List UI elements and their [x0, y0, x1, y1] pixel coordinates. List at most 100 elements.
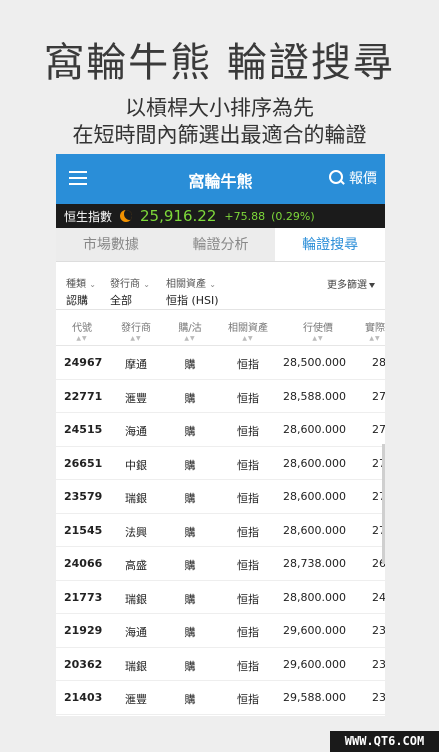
header-asset[interactable]: 相關資產 ▲▼ — [222, 319, 274, 342]
table-row[interactable]: 21403 滙豐 購 恒指 29,588.000 23 — [56, 681, 385, 715]
watermark: WWW.QT6.COM — [330, 731, 439, 752]
cell-effective: 24 — [372, 590, 385, 604]
filter-type[interactable]: 種類 ⌄ 認購 — [66, 275, 96, 308]
more-filters-button[interactable]: 更多篩選 — [327, 276, 375, 291]
cell-issuer: 中銀 — [125, 458, 147, 472]
table-row[interactable]: 26651 中銀購恒指 28,600.000 27 — [56, 447, 385, 480]
index-change: +75.88 — [224, 209, 266, 223]
cell-call-put: 購 — [184, 425, 196, 438]
cell-effective: 23 — [372, 691, 385, 704]
filter-issuer-value: 全部 — [110, 294, 132, 307]
filter-type-value: 認購 — [66, 294, 88, 307]
cell-code: 20362 — [64, 657, 103, 671]
cell-strike: 28,600.000 — [283, 423, 346, 436]
sort-icon: ▲▼ — [184, 335, 196, 342]
cell-asset: 恒指 — [237, 659, 259, 673]
app-bar: 窩輪牛熊 報價 — [56, 154, 385, 204]
header-effective[interactable]: 實際 ▲▼ — [360, 319, 385, 342]
cell-strike: 28,600.000 — [283, 456, 346, 470]
cell-issuer: 滙豐 — [125, 391, 147, 405]
table-row[interactable]: 23579 瑞銀購恒指 28,600.000 27 — [56, 480, 385, 514]
table-row[interactable]: 24967 摩通 購 恒指 28,500.000 28 — [56, 346, 385, 380]
table-row[interactable]: 21929 海通 購 恒指 29,600.000 23 — [56, 614, 385, 648]
cell-code: 26651 — [64, 456, 103, 470]
table-row[interactable]: 21545 法興購恒指 28,600.000 27 — [56, 514, 385, 547]
filter-issuer-label: 發行商 — [110, 279, 140, 290]
table-header: 代號 ▲▼ 發行商 ▲▼ 購/沽 ▲▼ 相關資產 ▲▼ 行使價 ▲▼ 實際 ▲▼ — [56, 310, 385, 346]
table-row[interactable]: 21773 瑞銀 購 恒指 28,800.000 24 — [56, 581, 385, 614]
filter-asset[interactable]: 相關資產 ⌄ 恒指 (HSI) — [166, 275, 219, 308]
cell-strike: 29,588.000 — [283, 691, 346, 704]
cell-call-put: 購 — [184, 592, 196, 606]
table-row[interactable]: 20362 瑞銀 購 恒指 29,600.000 23 — [56, 648, 385, 681]
cell-asset: 恒指 — [237, 693, 259, 706]
header-strike-label: 行使價 — [303, 323, 333, 334]
sort-icon: ▲▼ — [312, 335, 324, 342]
cell-call-put: 購 — [184, 659, 196, 673]
cell-asset: 恒指 — [237, 525, 259, 539]
header-asset-label: 相關資產 — [228, 323, 268, 334]
tab-warrant-analysis[interactable]: 輪證分析 — [166, 228, 276, 261]
cell-issuer: 瑞銀 — [125, 659, 147, 673]
cell-asset: 恒指 — [237, 492, 259, 505]
promo-subtitle-line2: 在短時間內篩選出最適合的輪證 — [72, 123, 367, 147]
cell-issuer: 摩通 — [125, 358, 147, 371]
filter-bar: 種類 ⌄ 認購 發行商 ⌄ 全部 相關資產 ⌄ 恒指 (HSI) 更多篩選 — [56, 262, 385, 310]
index-ticker[interactable]: 恒生指數 25,916.22 +75.88 (0.29%) — [56, 204, 385, 228]
cell-effective: 23 — [372, 657, 385, 671]
header-issuer-label: 發行商 — [121, 323, 151, 334]
cell-code: 21545 — [64, 523, 103, 537]
header-code[interactable]: 代號 ▲▼ — [64, 319, 100, 342]
cell-asset: 恒指 — [237, 458, 259, 472]
cell-asset: 恒指 — [237, 391, 259, 405]
cell-code: 24515 — [64, 423, 103, 436]
cell-asset: 恒指 — [237, 626, 259, 639]
sort-icon: ▲▼ — [130, 335, 142, 342]
table-row[interactable]: 22771 滙豐 購 恒指 28,588.000 27 — [56, 380, 385, 413]
sort-icon: ▲▼ — [369, 335, 381, 342]
cell-call-put: 購 — [184, 391, 196, 405]
report-button[interactable]: 報價 — [329, 168, 377, 188]
cell-strike: 29,600.000 — [283, 624, 346, 637]
scrollbar[interactable] — [382, 444, 385, 564]
filter-asset-value: 恒指 (HSI) — [166, 294, 219, 307]
cell-strike: 29,600.000 — [283, 657, 346, 671]
filter-issuer[interactable]: 發行商 ⌄ 全部 — [110, 275, 150, 308]
index-name: 恒生指數 — [64, 209, 113, 224]
cell-strike: 28,600.000 — [283, 523, 346, 537]
tab-market-data[interactable]: 市場數據 — [56, 228, 166, 261]
index-price: 25,916.22 — [140, 207, 217, 225]
cell-call-put: 購 — [184, 492, 196, 505]
header-strike[interactable]: 行使價 ▲▼ — [294, 319, 342, 342]
app-screen: 窩輪牛熊 報價 恒生指數 25,916.22 +75.88 (0.29%) 市場… — [56, 154, 385, 716]
cell-call-put: 購 — [184, 525, 196, 539]
cell-call-put: 購 — [184, 559, 196, 572]
chevron-down-icon: ⌄ — [143, 280, 150, 289]
cell-asset: 恒指 — [237, 358, 259, 371]
header-issuer[interactable]: 發行商 ▲▼ — [118, 319, 154, 342]
cell-issuer: 高盛 — [125, 559, 147, 572]
cell-asset: 恒指 — [237, 592, 259, 606]
table-row[interactable]: 24066 高盛購恒指 28,738.000 26 — [56, 547, 385, 581]
tab-warrant-search[interactable]: 輪證搜尋 — [275, 228, 385, 261]
report-label: 報價 — [349, 171, 377, 187]
header-call-put-label: 購/沽 — [178, 323, 202, 334]
cell-strike: 28,588.000 — [283, 389, 346, 403]
cell-code: 21929 — [64, 624, 103, 637]
cell-effective: 27 — [372, 389, 385, 403]
filter-asset-label: 相關資產 — [166, 279, 206, 290]
moon-icon — [120, 210, 133, 222]
cell-strike: 28,600.000 — [283, 490, 346, 503]
cell-issuer: 海通 — [125, 425, 147, 438]
cell-effective: 28 — [372, 356, 385, 369]
table-row[interactable]: 24515 海通 購 恒指 28,600.000 27 — [56, 413, 385, 447]
chevron-down-icon: ⌄ — [89, 280, 96, 289]
cell-code: 23579 — [64, 490, 103, 503]
index-percent: (0.29%) — [271, 209, 315, 223]
cell-issuer: 海通 — [125, 626, 147, 639]
chevron-down-icon: ⌄ — [209, 280, 216, 289]
cell-code: 21403 — [64, 691, 103, 704]
warrant-list: 24967 摩通購恒指 28,500.000 28 22771 滙豐購恒指 28,588.0… — [56, 346, 385, 715]
header-call-put[interactable]: 購/沽 ▲▼ — [172, 319, 208, 342]
cell-issuer: 瑞銀 — [125, 592, 147, 606]
